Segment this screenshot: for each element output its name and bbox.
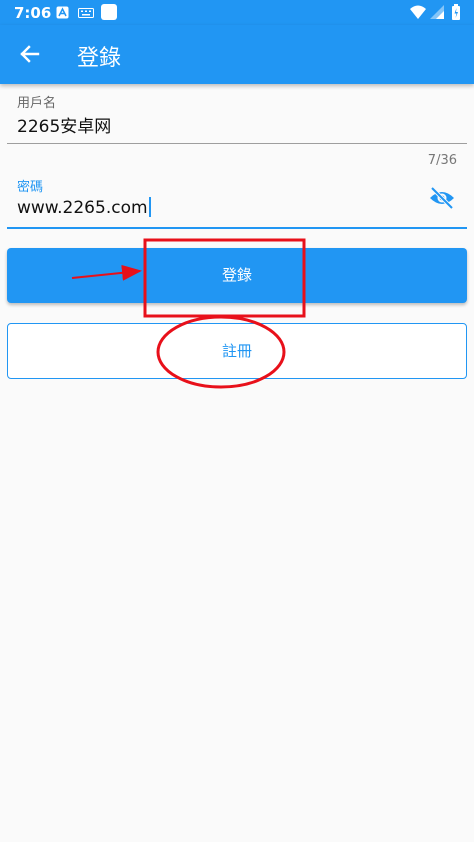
visibility-off-icon[interactable] [428,186,456,210]
blank-app-icon [101,4,117,20]
username-field[interactable]: 用戶名 2265安卓网 [7,84,467,146]
battery-icon [452,4,460,20]
register-button[interactable]: 註冊 [7,323,467,379]
username-label: 用戶名 [17,96,57,111]
page-title: 登錄 [77,46,122,71]
password-value: www.2265.com [17,198,148,218]
username-underline [7,143,467,144]
username-value: 2265安卓网 [17,117,112,137]
signal-icon [430,5,444,19]
status-time: 7:06 [14,4,52,22]
wifi-icon [410,5,426,19]
password-counter: 7/36 [427,153,457,168]
keyboard-icon [78,8,94,18]
arrow-back-icon[interactable] [14,37,46,71]
password-value-wrap: www.2265.com [17,197,151,218]
text-cursor [148,197,151,217]
status-bar: 7:06 [0,0,474,25]
login-button[interactable]: 登錄 [7,248,467,303]
app-bar: 登錄 [0,25,474,84]
password-field[interactable]: 密碼 www.2265.com [7,170,467,230]
password-label: 密碼 [17,180,44,195]
password-underline [7,227,467,229]
a-notification-icon [56,6,69,19]
